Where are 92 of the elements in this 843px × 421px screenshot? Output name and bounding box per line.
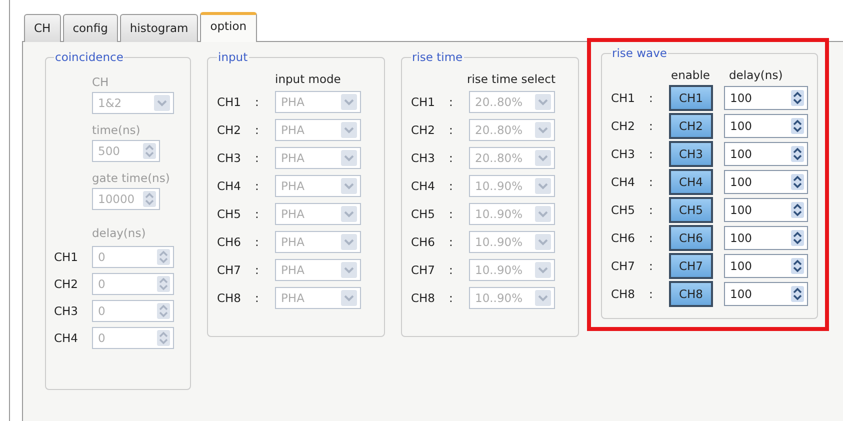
colon-separator: : — [449, 95, 454, 109]
colon-separator: : — [649, 259, 654, 273]
channel-label: CH2 — [54, 276, 79, 290]
toggle-button[interactable]: CH4 — [669, 169, 713, 195]
colon-separator: : — [449, 151, 454, 165]
channel-label: CH6 — [411, 235, 436, 249]
colon-separator: : — [449, 179, 454, 193]
number-field[interactable]: 100 — [724, 226, 808, 250]
colon-separator: : — [649, 203, 654, 217]
channel-label: CH4 — [411, 179, 436, 193]
colon-separator: : — [255, 235, 260, 249]
number-field[interactable]: 100 — [724, 142, 808, 166]
toggle-button[interactable]: CH3 — [669, 141, 713, 167]
channel-label: CH1 — [611, 91, 636, 105]
channel-label: CH1 — [217, 95, 242, 109]
tab[interactable]: histogram — [120, 14, 198, 42]
colon-separator: : — [449, 207, 454, 221]
field-label: delay(ns) — [92, 226, 147, 240]
toggle-button[interactable]: CH1 — [669, 85, 713, 111]
colon-separator: : — [649, 287, 654, 301]
colon-separator: : — [255, 95, 260, 109]
field-label: time(ns) — [92, 123, 142, 137]
channel-label: CH4 — [217, 179, 242, 193]
channel-label: CH5 — [217, 207, 242, 221]
field-label: gate time(ns) — [92, 171, 171, 185]
spinner-arrows-icon[interactable] — [791, 202, 804, 218]
colon-separator: : — [255, 151, 260, 165]
channel-label: CH2 — [411, 123, 436, 137]
colon-separator: : — [649, 119, 654, 133]
column-header: enable — [671, 68, 711, 82]
channel-label: CH5 — [411, 207, 436, 221]
spinner-arrows-icon[interactable] — [791, 90, 804, 106]
colon-separator: : — [255, 179, 260, 193]
channel-label: CH3 — [217, 151, 242, 165]
colon-separator: : — [255, 263, 260, 277]
channel-label: CH3 — [54, 304, 79, 318]
column-header: input mode — [275, 72, 341, 86]
channel-label: CH4 — [54, 330, 79, 344]
tab[interactable]: option — [200, 12, 257, 42]
colon-separator: : — [255, 207, 260, 221]
spinner-arrows-icon[interactable] — [791, 174, 804, 190]
colon-separator: : — [649, 175, 654, 189]
tab[interactable]: config — [62, 14, 118, 42]
channel-label: CH5 — [611, 203, 636, 217]
colon-separator: : — [255, 291, 260, 305]
number-field[interactable]: 100 — [724, 254, 808, 278]
channel-label: CH8 — [411, 291, 436, 305]
number-field[interactable]: 100 — [724, 282, 808, 306]
toggle-button[interactable]: CH2 — [669, 113, 713, 139]
group-title: rise wave — [611, 46, 668, 60]
toggle-button[interactable]: CH7 — [669, 253, 713, 279]
group-title: input — [217, 50, 249, 64]
colon-separator: : — [449, 291, 454, 305]
group-title: coincidence — [54, 50, 124, 64]
column-header: delay(ns) — [729, 68, 783, 82]
channel-label: CH2 — [217, 123, 242, 137]
channel-label: CH7 — [217, 263, 242, 277]
column-header: rise time select — [467, 72, 556, 86]
spinner-arrows-icon[interactable] — [791, 258, 804, 274]
channel-label: CH4 — [611, 175, 636, 189]
channel-label: CH6 — [611, 231, 636, 245]
number-field[interactable]: 100 — [724, 198, 808, 222]
channel-label: CH2 — [611, 119, 636, 133]
number-field[interactable]: 100 — [724, 86, 808, 110]
group-title: rise time — [411, 50, 464, 64]
channel-label: CH1 — [54, 250, 79, 264]
number-field[interactable]: 100 — [724, 114, 808, 138]
spinner-arrows-icon[interactable] — [791, 146, 804, 162]
toggle-button[interactable]: CH5 — [669, 197, 713, 223]
channel-label: CH3 — [611, 147, 636, 161]
toggle-button[interactable]: CH8 — [669, 281, 713, 307]
colon-separator: : — [255, 123, 260, 137]
number-field[interactable]: 100 — [724, 170, 808, 194]
colon-separator: : — [449, 123, 454, 137]
channel-label: CH7 — [611, 259, 636, 273]
colon-separator: : — [449, 263, 454, 277]
colon-separator: : — [649, 231, 654, 245]
toggle-button[interactable]: CH6 — [669, 225, 713, 251]
spinner-arrows-icon[interactable] — [791, 286, 804, 302]
spinner-arrows-icon[interactable] — [791, 230, 804, 246]
tab[interactable]: CH — [24, 14, 61, 42]
channel-label: CH6 — [217, 235, 242, 249]
channel-label: CH3 — [411, 151, 436, 165]
channel-label: CH7 — [411, 263, 436, 277]
colon-separator: : — [449, 235, 454, 249]
colon-separator: : — [649, 147, 654, 161]
channel-label: CH1 — [411, 95, 436, 109]
spinner-arrows-icon[interactable] — [791, 118, 804, 134]
colon-separator: : — [649, 91, 654, 105]
field-label: CH — [92, 75, 110, 89]
channel-label: CH8 — [217, 291, 242, 305]
channel-label: CH8 — [611, 287, 636, 301]
